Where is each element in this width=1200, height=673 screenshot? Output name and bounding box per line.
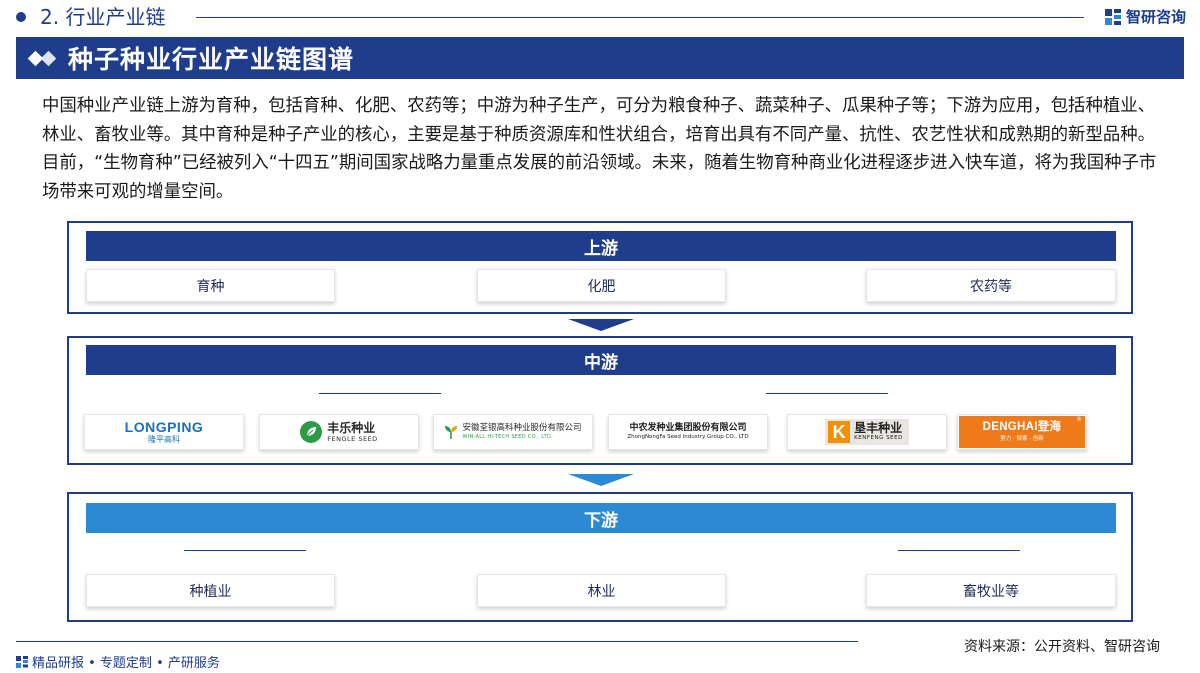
zhongnongfa-cn: 中农发种业集团股份有限公司	[629, 422, 747, 433]
midstream-divider-left	[319, 393, 441, 394]
footer-divider	[16, 641, 858, 642]
downstream-panel: 下游 种植业 林业 畜牧业等	[67, 492, 1133, 622]
intro-paragraph: 中国种业产业链上游为育种，包括育种、化肥、农药等；中游为种子生产，可分为粮食种子…	[42, 96, 1157, 202]
kenfeng-en: KENFENG SEED	[854, 435, 903, 442]
longping-cn: 隆平高科	[147, 435, 180, 444]
anhui-sprout-icon	[445, 426, 458, 439]
downstream-divider-left	[184, 550, 306, 551]
brand-logo-icon	[1104, 8, 1121, 25]
source-note: 资料来源：公开资料、智研咨询	[964, 639, 1160, 655]
denghai-main: DENGHAI登海	[982, 421, 1062, 433]
downstream-divider-right	[898, 550, 1020, 551]
brand: 智研咨询	[1104, 6, 1186, 27]
longping-en: LONGPING	[124, 419, 204, 435]
anhui-en: WIN-ALL HI-TECH SEED CO., LTD.	[462, 433, 554, 440]
logo-fengle: 丰乐种业 FENGLE SEED	[259, 414, 419, 450]
flow-arrow-down-icon	[568, 474, 634, 486]
logo-anhui-quanyin: 安徽荃银高科种业股份有限公司 WIN-ALL HI-TECH SEED CO.,…	[433, 414, 593, 450]
logo-longping: LONGPING 隆平高科	[84, 414, 244, 450]
midstream-title: 中游	[86, 345, 1116, 375]
kenfeng-cn: 垦丰种业	[854, 421, 903, 436]
fengle-en: FENGLE SEED	[327, 434, 378, 443]
upstream-panel: 上游 育种 化肥 农药等	[67, 221, 1133, 314]
logo-kenfeng: K 垦丰种业 KENFENG SEED	[787, 414, 947, 450]
upstream-item-pesticide: 农药等	[866, 269, 1116, 302]
kenfeng-k-mark: K	[828, 421, 851, 443]
denghai-slogan: 努力 · 探索 · 创新	[1000, 435, 1044, 442]
logo-denghai: DENGHAI登海 努力 · 探索 · 创新 ®	[957, 414, 1087, 450]
anhui-cn: 安徽荃银高科种业股份有限公司	[462, 423, 582, 434]
downstream-item-forestry: 林业	[477, 574, 726, 607]
midstream-panel: 中游 LONGPING 隆平高科 丰乐种业 FENGLE SEED 安徽荃银高科…	[67, 336, 1133, 465]
downstream-title: 下游	[86, 503, 1116, 533]
downstream-item-livestock: 畜牧业等	[866, 574, 1116, 607]
flow-arrow-down-icon	[568, 319, 634, 331]
upstream-title: 上游	[86, 231, 1116, 261]
brand-logo-small-icon	[16, 655, 28, 668]
title-bar: 种子种业行业产业链图谱	[16, 37, 1184, 79]
fengle-leaf-icon	[300, 421, 323, 443]
zhongnongfa-en: ZhongNongFa Seed Industry Group CO., LTD	[627, 433, 749, 440]
section-bullet	[16, 12, 26, 22]
denghai-registered-mark: ®	[1076, 416, 1082, 423]
footer-tagline: 精品研报 • 专题定制 • 产研服务	[32, 656, 220, 671]
midstream-divider-right	[766, 393, 888, 394]
upstream-item-breeding: 育种	[86, 269, 335, 302]
footer-tagline-group: 精品研报 • 专题定制 • 产研服务	[16, 652, 220, 671]
logo-zhongnongfa: 中农发种业集团股份有限公司 ZhongNongFa Seed Industry …	[608, 414, 768, 450]
fengle-cn: 丰乐种业	[327, 420, 376, 435]
header-divider	[196, 17, 1084, 18]
downstream-item-planting: 种植业	[86, 574, 335, 607]
upstream-item-fertilizer: 化肥	[477, 269, 726, 302]
diamond-icon	[27, 50, 57, 66]
section-label: 2. 行业产业链	[40, 5, 166, 29]
page-title: 种子种业行业产业链图谱	[68, 45, 355, 74]
brand-name: 智研咨询	[1125, 8, 1186, 26]
